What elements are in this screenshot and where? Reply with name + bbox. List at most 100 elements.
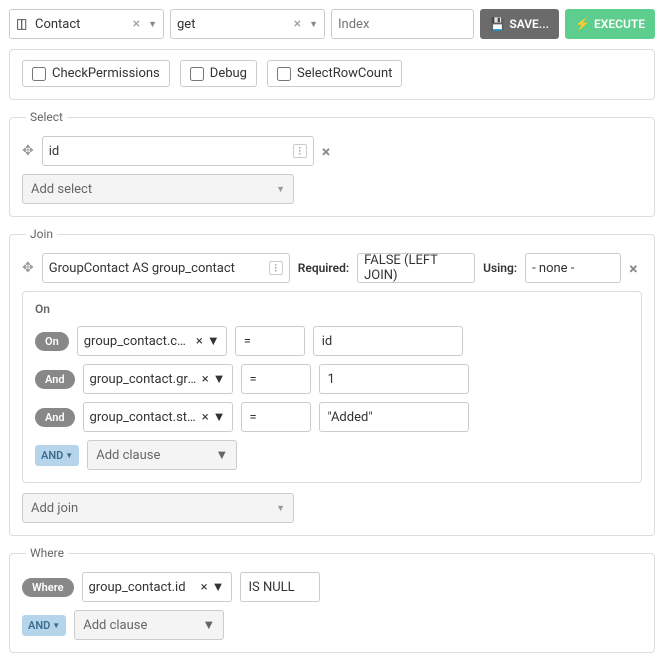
remove-select-icon[interactable]: × xyxy=(322,142,331,161)
add-join-dropdown[interactable]: Add join ▼ xyxy=(22,493,294,523)
add-clause-dropdown[interactable]: Add clause ▼ xyxy=(87,440,237,470)
select-panel: Select ✥ id ⁝ × Add select ▼ xyxy=(9,110,655,217)
clause-op[interactable]: = xyxy=(241,364,311,394)
clause-op-value: = xyxy=(250,372,257,387)
chevron-down-icon: ▼ xyxy=(212,579,225,595)
chevron-down-icon: ▼ xyxy=(148,19,157,30)
where-field-value: group_contact.id xyxy=(89,580,197,595)
and-pill-label: AND xyxy=(28,619,50,632)
and-pill-button[interactable]: AND▼ xyxy=(35,445,79,466)
join-expr-value: GroupContact AS group_contact xyxy=(49,261,263,276)
clause-tag: And xyxy=(35,370,75,389)
select-field-value: id xyxy=(49,144,287,159)
clause-op[interactable]: = xyxy=(241,402,311,432)
checkbox-input[interactable] xyxy=(277,67,291,81)
required-value: FALSE (LEFT JOIN) xyxy=(364,253,468,283)
and-pill-label: AND xyxy=(41,449,63,462)
options-panel: CheckPermissions Debug SelectRowCount xyxy=(9,49,655,100)
chevron-down-icon: ▼ xyxy=(276,503,285,514)
index-input[interactable] xyxy=(338,17,467,32)
book-icon xyxy=(16,17,29,32)
clear-icon[interactable]: × xyxy=(202,372,209,387)
clause-op-value: = xyxy=(244,334,251,349)
checkbox-input[interactable] xyxy=(190,67,204,81)
where-op[interactable]: IS NULL xyxy=(240,572,320,602)
add-clause-dropdown[interactable]: Add clause ▼ xyxy=(74,610,224,640)
checkbox-label: CheckPermissions xyxy=(52,66,160,81)
required-label: Required: xyxy=(298,261,349,275)
clause-field-select[interactable]: group_contact.group_id × ▼ xyxy=(83,364,233,394)
clause-value-text: 1 xyxy=(328,372,335,387)
join-panel: Join ✥ GroupContact AS group_contact ⁝ R… xyxy=(9,227,655,536)
check-permissions-checkbox[interactable]: CheckPermissions xyxy=(22,60,170,87)
action-select[interactable]: get × ▼ xyxy=(170,9,325,39)
using-value: - none - xyxy=(532,261,614,276)
chevron-down-icon: ▼ xyxy=(202,617,215,633)
where-tag: Where xyxy=(22,578,74,597)
clause-op-value: = xyxy=(250,410,257,425)
clause-value-text: id xyxy=(322,334,333,349)
save-icon: 💾 xyxy=(490,17,505,31)
clause-field-select[interactable]: group_contact.contac... × ▼ xyxy=(77,326,227,356)
and-pill-button[interactable]: AND▼ xyxy=(22,615,66,636)
clause-tag: And xyxy=(35,408,75,427)
action-clear-icon[interactable]: × xyxy=(292,16,303,32)
entity-select[interactable]: Contact × ▼ xyxy=(9,9,164,39)
clause-value[interactable]: "Added" xyxy=(319,402,469,432)
clause-field-value: group_contact.status xyxy=(90,410,198,425)
select-field[interactable]: id ⁝ xyxy=(42,136,314,166)
debug-checkbox[interactable]: Debug xyxy=(180,60,257,87)
clause-tag: On xyxy=(35,332,69,351)
add-select-dropdown[interactable]: Add select ▼ xyxy=(22,174,294,204)
checkbox-input[interactable] xyxy=(32,67,46,81)
chevron-down-icon: ▼ xyxy=(52,621,60,630)
save-button[interactable]: 💾 SAVE... xyxy=(480,9,559,39)
function-icon[interactable]: ⁝ xyxy=(269,261,283,275)
bolt-icon: ⚡ xyxy=(575,17,590,31)
checkbox-label: SelectRowCount xyxy=(297,66,392,81)
clause-field-value: group_contact.contac... xyxy=(84,334,192,349)
using-select[interactable]: - none - xyxy=(525,253,621,283)
clause-op[interactable]: = xyxy=(235,326,305,356)
function-icon[interactable]: ⁝ xyxy=(293,144,307,158)
clear-icon[interactable]: × xyxy=(196,334,203,349)
chevron-down-icon: ▼ xyxy=(276,184,285,195)
remove-join-icon[interactable]: × xyxy=(629,259,638,278)
add-clause-label: Add clause xyxy=(96,448,160,463)
index-input-wrap[interactable] xyxy=(331,9,474,39)
drag-icon[interactable]: ✥ xyxy=(22,143,34,159)
chevron-down-icon: ▼ xyxy=(213,371,226,387)
where-field-select[interactable]: group_contact.id × ▼ xyxy=(82,572,232,602)
clear-icon[interactable]: × xyxy=(202,410,209,425)
clause-field-value: group_contact.group_id xyxy=(90,372,198,387)
join-legend: Join xyxy=(26,227,57,241)
clause-value[interactable]: id xyxy=(313,326,463,356)
action-value: get xyxy=(177,17,195,32)
required-select[interactable]: FALSE (LEFT JOIN) xyxy=(357,253,475,283)
clear-icon[interactable]: × xyxy=(201,580,208,595)
add-join-label: Add join xyxy=(31,501,78,516)
chevron-down-icon: ▼ xyxy=(309,19,318,30)
add-select-label: Add select xyxy=(31,182,92,197)
clause-field-select[interactable]: group_contact.status × ▼ xyxy=(83,402,233,432)
chevron-down-icon: ▼ xyxy=(207,333,220,349)
execute-label: EXECUTE xyxy=(594,17,645,31)
where-legend: Where xyxy=(26,546,68,560)
where-panel: Where Where group_contact.id × ▼ IS NULL… xyxy=(9,546,655,653)
checkbox-label: Debug xyxy=(210,66,247,81)
chevron-down-icon: ▼ xyxy=(65,451,73,460)
using-label: Using: xyxy=(483,261,517,275)
chevron-down-icon: ▼ xyxy=(213,409,226,425)
entity-clear-icon[interactable]: × xyxy=(131,16,142,32)
drag-icon[interactable]: ✥ xyxy=(22,260,34,276)
execute-button[interactable]: ⚡ EXECUTE xyxy=(565,9,655,39)
clause-value[interactable]: 1 xyxy=(319,364,469,394)
clause-value-text: "Added" xyxy=(328,410,373,425)
on-subpanel: On Ongroup_contact.contac...×▼=idAndgrou… xyxy=(22,291,642,483)
join-expr-field[interactable]: GroupContact AS group_contact ⁝ xyxy=(42,253,290,283)
entity-value: Contact xyxy=(35,17,80,32)
select-row-count-checkbox[interactable]: SelectRowCount xyxy=(267,60,402,87)
where-op-value: IS NULL xyxy=(249,580,295,595)
select-legend: Select xyxy=(26,110,67,124)
save-label: SAVE... xyxy=(509,17,549,31)
